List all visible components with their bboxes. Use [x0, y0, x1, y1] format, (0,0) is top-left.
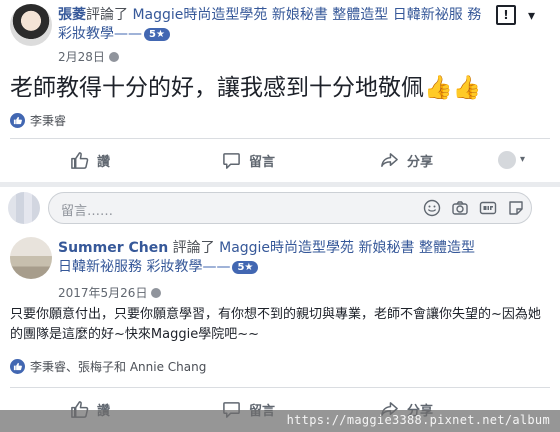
post-date[interactable]: 2017年5月26日 [58, 284, 162, 301]
author-name[interactable]: 張菱 [58, 7, 86, 23]
review-post-2: Summer Chen 評論了 Maggie時尚造型學苑 新娘秘書 整體造型 日韓… [0, 229, 560, 432]
share-icon [381, 152, 398, 167]
author-name[interactable]: Summer Chen [58, 240, 168, 256]
reaction-names: 李秉睿 [30, 114, 67, 128]
globe-icon [108, 51, 119, 62]
viewer-avatar [8, 192, 40, 224]
action-text: 評論了 [86, 7, 128, 23]
camera-icon[interactable] [451, 199, 469, 217]
watermark-bar: https://maggie3388.pixnet.net/album [0, 410, 560, 432]
post-date[interactable]: 2月28日 [58, 48, 119, 65]
action-bar: 讚 留言 分享 ▾ [0, 138, 560, 176]
share-button[interactable]: 分享 [380, 151, 433, 170]
comment-icon [223, 152, 240, 169]
chevron-down-icon[interactable]: ▾ [528, 8, 535, 24]
post-header: 張菱評論了 Maggie時尚造型學苑 新娘秘書 整體造型 日韓新祕服 務 彩妝教… [58, 6, 498, 44]
comment-input[interactable]: 留言…… [48, 192, 532, 224]
like-reaction-icon [10, 113, 25, 128]
reaction-summary[interactable]: 李秉睿、張梅子和 Annie Chang [10, 358, 206, 375]
author-avatar[interactable] [10, 4, 52, 46]
comment-composer: 留言…… [0, 187, 560, 229]
rating-dash: —— [114, 26, 142, 42]
smiley-icon[interactable] [423, 199, 441, 217]
gif-icon[interactable] [479, 199, 497, 217]
like-button[interactable]: 讚 [70, 151, 110, 170]
sticker-icon[interactable] [507, 199, 525, 217]
author-avatar[interactable] [10, 237, 52, 279]
thumbs-up-icon [71, 151, 89, 169]
globe-icon [151, 287, 162, 298]
reaction-summary[interactable]: 李秉睿 [10, 112, 66, 129]
post-body: 老師教得十分的好，讓我感到十分地敬佩👍👍 [10, 75, 482, 101]
caret-down-icon[interactable]: ▾ [520, 154, 525, 165]
post-body: 只要你願意付出，只要你願意學習，有你想不到的親切與專業，老師不會讓你失望的~因為… [10, 307, 541, 342]
rating-dash: —— [202, 259, 231, 275]
like-reaction-icon [10, 359, 25, 374]
viewer-avatar[interactable] [498, 151, 516, 169]
review-post-1: 張菱評論了 Maggie時尚造型學苑 新娘秘書 整體造型 日韓新祕服 務 彩妝教… [0, 0, 560, 182]
report-flag-icon[interactable]: ! [496, 5, 516, 25]
composer-icons [423, 199, 525, 217]
comment-placeholder: 留言…… [61, 204, 114, 219]
reaction-names: 李秉睿、張梅子和 Annie Chang [30, 360, 207, 374]
comment-button[interactable]: 留言 [222, 151, 275, 170]
action-text: 評論了 [172, 240, 215, 256]
watermark-url: https://maggie3388.pixnet.net/album [286, 413, 550, 427]
post-header: Summer Chen 評論了 Maggie時尚造型學苑 新娘秘書 整體造型 日韓… [58, 239, 498, 277]
rating-badge: 5★ [232, 261, 259, 274]
rating-badge: 5★ [144, 28, 170, 41]
